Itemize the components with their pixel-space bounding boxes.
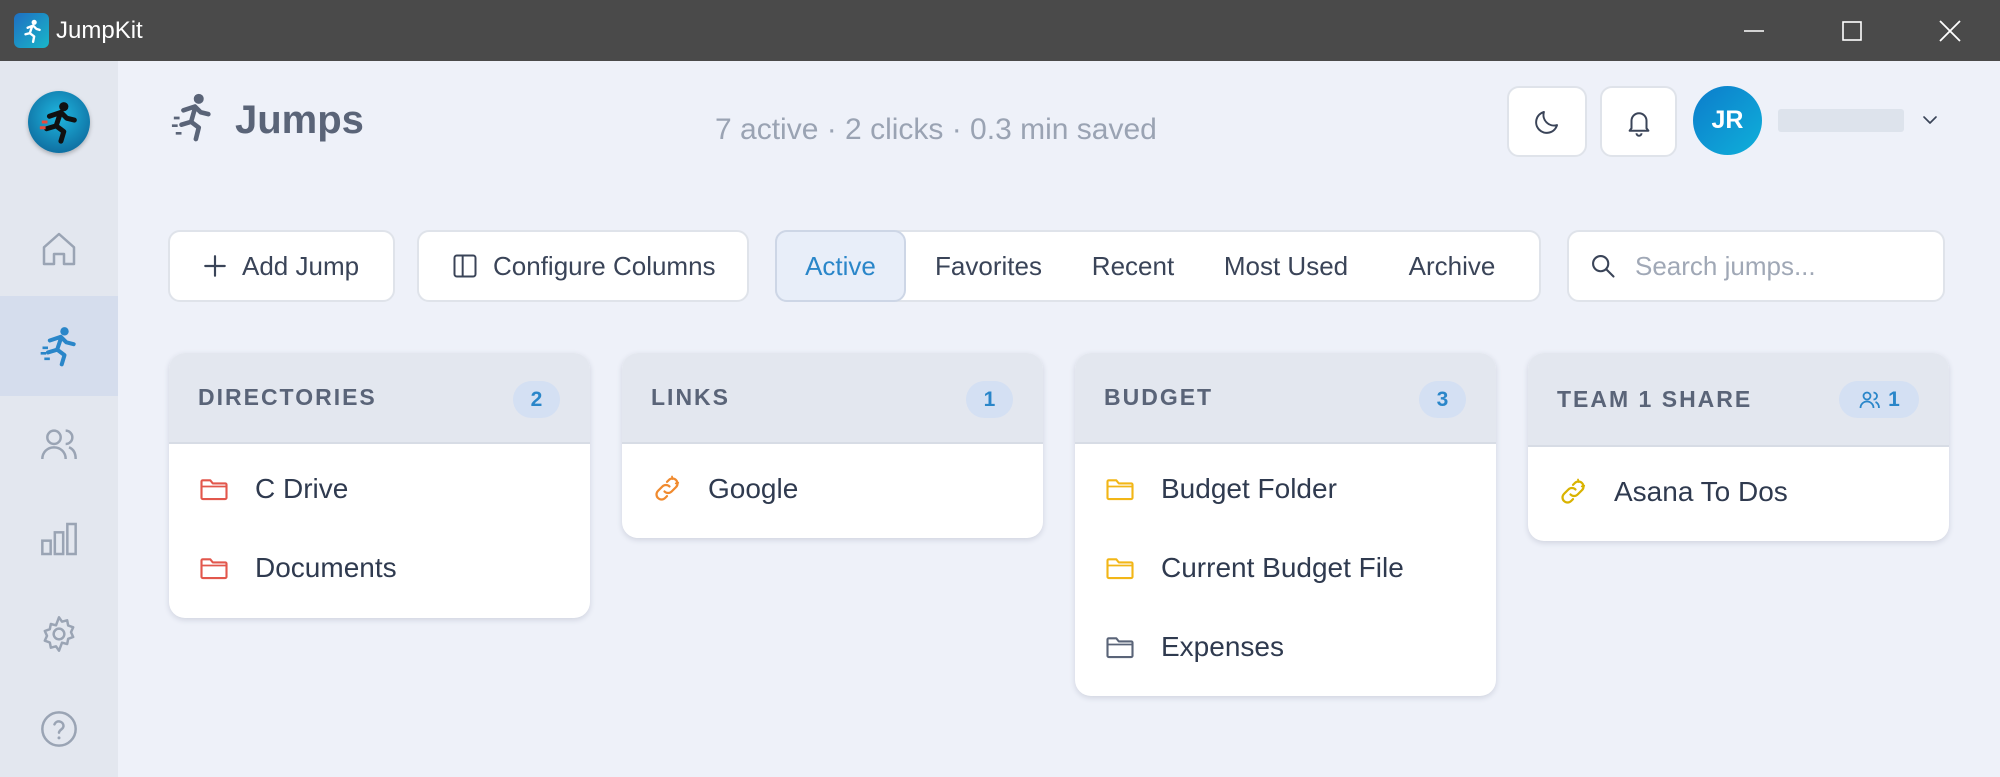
column-card-directories: DIRECTORIES 2 C Drive Documents [169, 353, 590, 618]
close-button[interactable] [1912, 0, 1988, 61]
folder-icon [1105, 474, 1135, 504]
minimize-button[interactable] [1716, 0, 1792, 61]
jump-item-documents[interactable]: Documents [169, 528, 590, 607]
column-header: TEAM 1 SHARE 1 [1528, 353, 1949, 447]
sidebar [0, 61, 118, 777]
minimize-icon [1744, 29, 1764, 32]
bell-icon [1628, 111, 1649, 137]
folder-icon [199, 553, 229, 583]
users-icon [41, 429, 77, 460]
search-box [1567, 230, 1945, 302]
folder-icon [199, 474, 229, 504]
jumps-page-icon [170, 90, 216, 146]
folder-icon [1105, 632, 1135, 662]
column-title: DIRECTORIES [198, 384, 377, 410]
add-jump-label: Add Jump [242, 250, 360, 281]
jumper-logo-icon [39, 102, 77, 144]
tab-archive[interactable]: Archive [1377, 232, 1527, 300]
jump-item-label: Documents [255, 551, 397, 583]
filter-tabs: Active Favorites Recent Most Used Archiv… [775, 230, 1541, 302]
link-icon [652, 474, 682, 504]
close-icon [1939, 19, 1961, 42]
configure-columns-button[interactable]: Configure Columns [417, 230, 749, 302]
chevron-down-icon [1923, 116, 1937, 124]
jumper-icon [40, 327, 76, 367]
shared-count-badge: 1 [1839, 381, 1919, 418]
link-icon [1558, 477, 1588, 507]
tab-favorites[interactable]: Favorites [912, 232, 1065, 300]
column-header: BUDGET 3 [1075, 353, 1496, 444]
shared-users-icon [1859, 391, 1881, 408]
column-header: LINKS 1 [622, 353, 1043, 444]
jump-stats: 7 active · 2 clicks · 0.3 min saved [715, 113, 1157, 146]
dark-mode-button[interactable] [1507, 86, 1587, 157]
jump-item-c-drive[interactable]: C Drive [169, 449, 590, 528]
column-card-team-share: TEAM 1 SHARE 1 Asana To Dos [1528, 353, 1949, 541]
notifications-button[interactable] [1600, 86, 1677, 157]
user-avatar[interactable]: JR [1693, 86, 1762, 155]
jump-item-label: Asana To Dos [1614, 475, 1788, 507]
jump-item-label: Budget Folder [1161, 472, 1337, 504]
sidebar-item-help[interactable] [0, 681, 118, 777]
window-title: JumpKit [56, 17, 143, 44]
user-name-placeholder [1778, 109, 1904, 132]
app-avatar[interactable] [28, 91, 90, 153]
count-badge: 3 [1419, 381, 1466, 418]
moon-icon [1535, 110, 1558, 134]
maximize-button[interactable] [1814, 0, 1890, 61]
add-jump-button[interactable]: Add Jump [168, 230, 395, 302]
sidebar-item-reports[interactable] [0, 491, 118, 587]
jump-item-current-budget-file[interactable]: Current Budget File [1075, 528, 1496, 607]
column-title: TEAM 1 SHARE [1557, 385, 1753, 412]
tab-active[interactable]: Active [775, 230, 906, 302]
column-title: LINKS [651, 384, 730, 410]
page-title: Jumps [235, 98, 364, 142]
app-logo-icon [14, 13, 49, 48]
title-bar: JumpKit [0, 0, 2000, 61]
search-icon [1592, 255, 1615, 278]
jump-item-asana-to-dos[interactable]: Asana To Dos [1528, 452, 1949, 531]
jump-item-label: Google [708, 472, 799, 504]
jump-item-google[interactable]: Google [622, 449, 1043, 528]
sidebar-item-users[interactable] [0, 396, 118, 492]
count-badge: 2 [513, 381, 560, 418]
jump-item-label: C Drive [255, 472, 349, 504]
column-card-budget: BUDGET 3 Budget Folder Current Budget Fi… [1075, 353, 1496, 696]
sidebar-item-settings[interactable] [0, 586, 118, 682]
tab-most-used[interactable]: Most Used [1201, 232, 1371, 300]
chart-icon [41, 522, 77, 556]
columns-icon [453, 254, 477, 278]
sidebar-item-home[interactable] [0, 201, 118, 297]
column-title: BUDGET [1104, 384, 1214, 410]
count-badge: 1 [966, 381, 1013, 418]
column-card-links: LINKS 1 Google [622, 353, 1043, 538]
help-icon [41, 711, 77, 747]
count-badge: 1 [1888, 387, 1900, 411]
jump-item-label: Expenses [1161, 630, 1284, 662]
tab-recent[interactable]: Recent [1073, 232, 1193, 300]
column-header: DIRECTORIES 2 [169, 353, 590, 444]
plus-icon [204, 255, 226, 277]
search-input[interactable] [1635, 250, 1925, 282]
folder-icon [1105, 553, 1135, 583]
jump-item-label: Current Budget File [1161, 551, 1404, 583]
user-menu-toggle[interactable] [1918, 108, 1942, 132]
jump-item-budget-folder[interactable]: Budget Folder [1075, 449, 1496, 528]
maximize-icon [1842, 20, 1862, 41]
jump-item-expenses[interactable]: Expenses [1075, 607, 1496, 686]
configure-columns-label: Configure Columns [493, 250, 716, 281]
home-icon [42, 232, 76, 266]
sidebar-item-jumps[interactable] [0, 296, 118, 396]
gear-icon [43, 616, 75, 652]
